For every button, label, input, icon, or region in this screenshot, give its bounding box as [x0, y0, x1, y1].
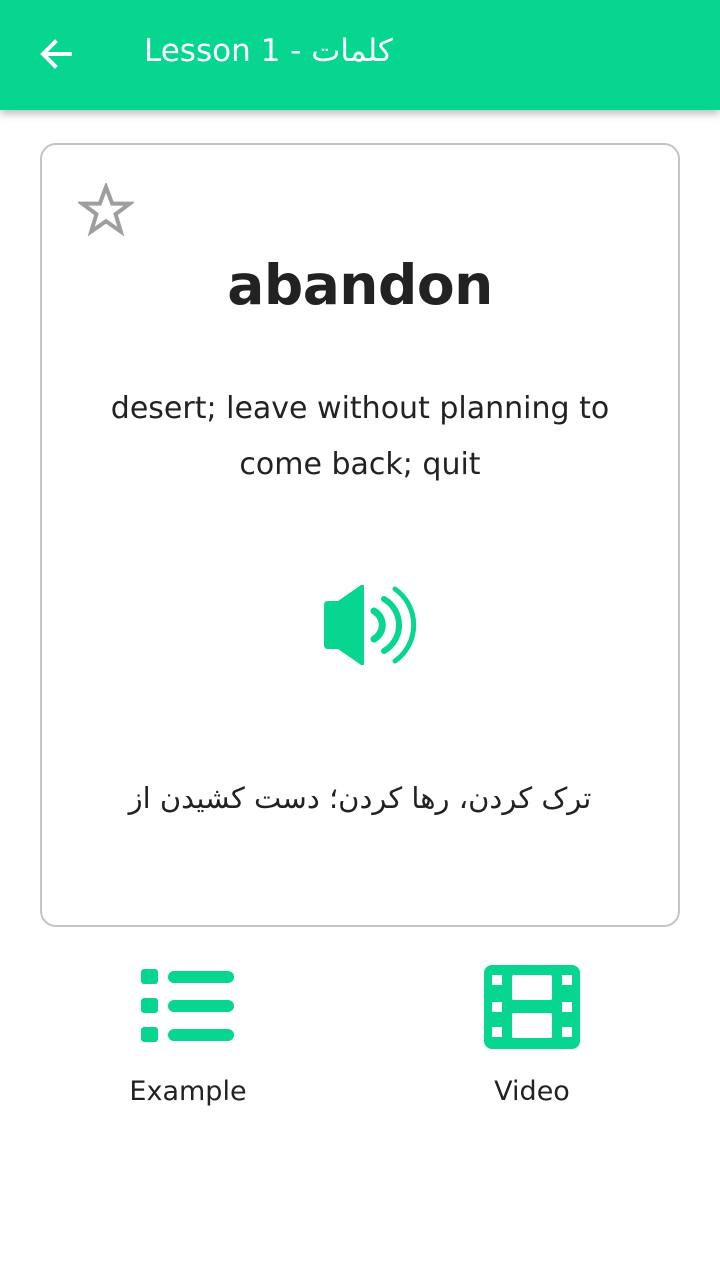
video-button[interactable]: Video — [422, 960, 642, 1120]
speaker-volume-icon — [324, 583, 417, 667]
example-label: Example — [129, 1076, 247, 1107]
app-bar: Lesson 1 - كلمات — [0, 0, 720, 110]
word-translation: ترک کردن، رها کردن؛ دست کشیدن از — [128, 781, 592, 815]
example-button[interactable]: Example — [78, 960, 298, 1120]
video-label: Video — [494, 1076, 570, 1107]
page-title: Lesson 1 - كلمات — [144, 33, 393, 69]
arrow-left-icon — [40, 39, 72, 69]
film-icon — [484, 965, 580, 1049]
vocabulary-word: abandon — [227, 253, 493, 317]
flashcard: abandon desert; leave without planning t… — [40, 143, 680, 927]
word-definition: desert; leave without planning to come b… — [110, 391, 610, 482]
favorite-button[interactable] — [76, 181, 136, 239]
pronounce-button[interactable] — [318, 583, 418, 667]
star-outline-icon — [76, 181, 136, 237]
back-button[interactable] — [20, 18, 92, 90]
list-icon — [141, 969, 234, 1042]
